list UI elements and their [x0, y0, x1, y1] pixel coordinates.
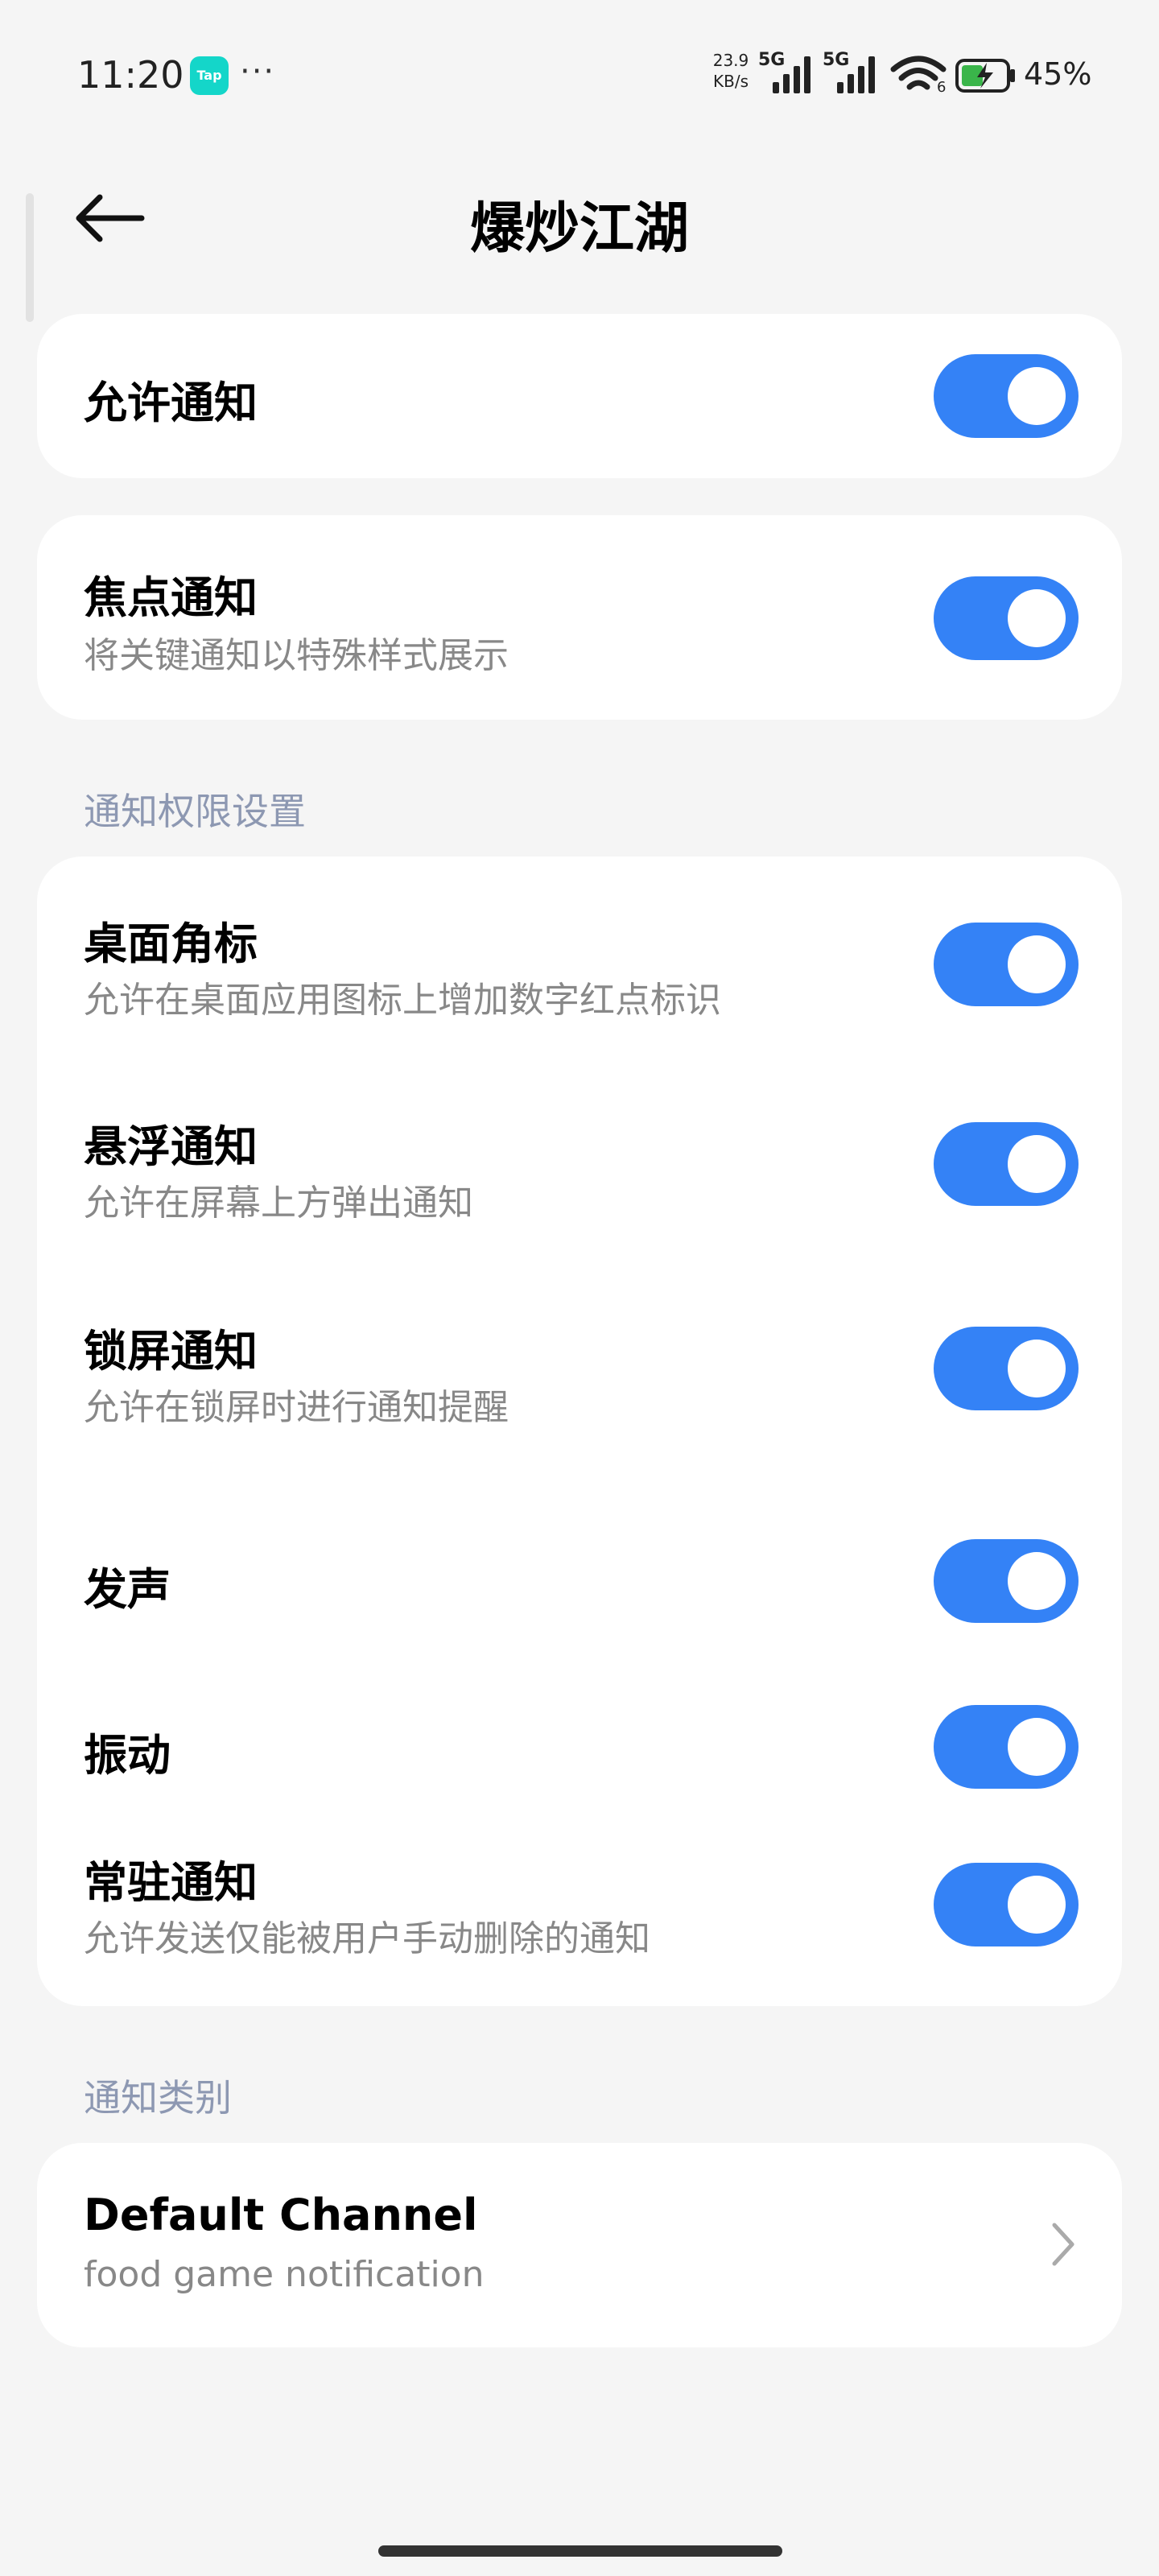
floating-notification-label: 悬浮通知: [84, 1121, 258, 1172]
home-indicator[interactable]: [378, 2545, 782, 2557]
badge-toggle[interactable]: [934, 923, 1079, 1006]
status-bar: 11:20 Tap ··· 23.9 KB/s 5G 5G 6 45%: [0, 0, 1159, 153]
persistent-notification-description: 允许发送仅能被用户手动删除的通知: [84, 1918, 650, 1959]
battery-percent: 45%: [1024, 56, 1092, 92]
lockscreen-notification-row[interactable]: 锁屏通知 允许在锁屏时进行通知提醒: [37, 1294, 1122, 1476]
vibration-label: 振动: [84, 1730, 171, 1781]
wifi-6-label: 6: [937, 79, 947, 96]
default-channel-label: Default Channel: [84, 2190, 478, 2240]
persistent-notification-row[interactable]: 常驻通知 允许发送仅能被用户手动删除的通知: [37, 1823, 1122, 2004]
focus-notifications-row[interactable]: 焦点通知 将关键通知以特殊样式展示: [37, 515, 1122, 720]
network-speed-unit: KB/s: [713, 72, 749, 91]
page-title: 爆炒江湖: [469, 197, 689, 261]
persistent-notification-toggle[interactable]: [934, 1863, 1079, 1946]
signal-icon: [773, 56, 818, 93]
allow-notifications-card: 允许通知: [37, 314, 1122, 478]
floating-notification-description: 允许在屏幕上方弹出通知: [84, 1183, 473, 1224]
network-speed-value: 23.9: [712, 51, 749, 70]
lockscreen-notification-label: 锁屏通知: [84, 1326, 258, 1377]
focus-notifications-toggle[interactable]: [934, 576, 1079, 660]
toggle-knob: [1008, 367, 1066, 425]
toggle-knob: [1008, 1552, 1066, 1610]
focus-notifications-description: 将关键通知以特殊样式展示: [84, 635, 509, 676]
network-speed: 23.9 KB/s: [708, 50, 753, 92]
allow-notifications-toggle[interactable]: [934, 354, 1079, 438]
toggle-knob: [1008, 1135, 1066, 1193]
toggle-knob: [1008, 1718, 1066, 1776]
persistent-notification-label: 常驻通知: [84, 1857, 258, 1908]
categories-card: Default Channel food game notification: [37, 2143, 1122, 2347]
allow-notifications-row[interactable]: 允许通知: [37, 314, 1122, 478]
allow-notifications-label: 允许通知: [84, 378, 258, 428]
floating-notification-row[interactable]: 悬浮通知 允许在屏幕上方弹出通知: [37, 1090, 1122, 1272]
default-channel-description: food game notification: [84, 2254, 485, 2295]
permissions-card: 桌面角标 允许在桌面应用图标上增加数字红点标识 悬浮通知 允许在屏幕上方弹出通知…: [37, 857, 1122, 2006]
vibration-row[interactable]: 振动: [37, 1662, 1122, 1823]
toggle-knob: [1008, 1340, 1066, 1397]
focus-notifications-card: 焦点通知 将关键通知以特殊样式展示: [37, 515, 1122, 720]
status-time: 11:20: [77, 53, 184, 97]
lockscreen-notification-description: 允许在锁屏时进行通知提醒: [84, 1387, 509, 1428]
chevron-right-icon: [1052, 2223, 1074, 2266]
vibration-toggle[interactable]: [934, 1705, 1079, 1789]
more-notifications-icon: ···: [240, 53, 276, 90]
toggle-knob: [1008, 1876, 1066, 1934]
wifi-icon: 6: [890, 55, 947, 100]
permissions-section-header: 通知权限设置: [84, 790, 306, 833]
sound-label: 发声: [84, 1564, 171, 1615]
sound-toggle[interactable]: [934, 1539, 1079, 1623]
battery-charging-icon: [955, 58, 1019, 97]
floating-notification-toggle[interactable]: [934, 1122, 1079, 1206]
badge-row[interactable]: 桌面角标 允许在桌面应用图标上增加数字红点标识: [37, 887, 1122, 1069]
sound-row[interactable]: 发声: [37, 1499, 1122, 1660]
notification-settings-page: 11:20 Tap ··· 23.9 KB/s 5G 5G 6 45% 爆炒江湖…: [0, 0, 1159, 2576]
toggle-knob: [1008, 589, 1066, 647]
focus-notifications-label: 焦点通知: [84, 572, 258, 623]
badge-description: 允许在桌面应用图标上增加数字红点标识: [84, 980, 721, 1021]
badge-label: 桌面角标: [84, 919, 258, 969]
toggle-knob: [1008, 935, 1066, 993]
lockscreen-notification-toggle[interactable]: [934, 1327, 1079, 1410]
signal-icon: [837, 56, 882, 93]
tap-app-icon: Tap: [190, 56, 229, 95]
categories-section-header: 通知类别: [84, 2076, 232, 2120]
default-channel-row[interactable]: Default Channel food game notification: [37, 2143, 1122, 2347]
